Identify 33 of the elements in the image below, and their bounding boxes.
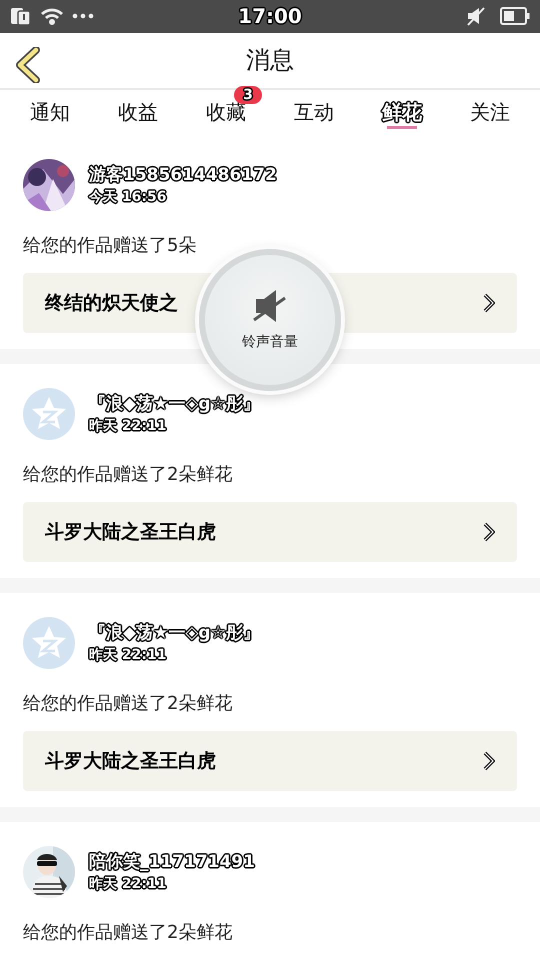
tab[interactable]: 通知	[6, 90, 94, 135]
user-name: 陪你笑_117171491	[89, 850, 255, 874]
default-avatar-icon	[23, 388, 75, 440]
more-icon	[72, 13, 94, 20]
tab[interactable]: 收益	[94, 90, 182, 135]
page-title: 消息	[246, 45, 294, 76]
chevron-right-icon	[483, 522, 495, 542]
tab[interactable]: 关注	[446, 90, 534, 135]
timestamp: 昨天 22:11	[89, 417, 168, 436]
tab[interactable]: 鲜花	[358, 90, 446, 135]
mute-icon	[252, 289, 288, 323]
timestamp: 昨天 22:11	[89, 875, 168, 894]
default-avatar-icon	[23, 616, 75, 669]
message-text: 给您的作品赠送了2朵鲜花	[23, 692, 234, 715]
clock: 17:00	[238, 4, 302, 28]
timestamp: 昨天 22:11	[89, 646, 168, 664]
message-text: 给您的作品赠送了2朵鲜花	[23, 462, 234, 486]
wifi-icon	[40, 6, 64, 26]
timestamp: 今天 16:56	[89, 188, 168, 206]
message-text: 给您的作品赠送了2朵鲜花	[23, 920, 234, 944]
user-name: 游客1585614486172	[89, 163, 277, 186]
user-name: 『浪◆荡★一◇g☆彤』	[89, 392, 260, 416]
work-link[interactable]: 斗罗大陆之圣王白虎	[23, 730, 517, 791]
user-name: 『浪◆荡★一◇g☆彤』	[89, 621, 260, 644]
mute-icon	[466, 6, 486, 26]
message-text: 给您的作品赠送了5朵	[23, 234, 198, 257]
sim-icon	[10, 6, 32, 26]
chevron-right-icon	[483, 750, 495, 771]
tab[interactable]: 互动	[270, 90, 358, 135]
work-link[interactable]: 斗罗大陆之圣王白虎	[23, 502, 517, 562]
toast-label: 铃声音量	[242, 333, 298, 351]
battery-icon	[500, 7, 530, 26]
chevron-right-icon	[483, 292, 495, 313]
